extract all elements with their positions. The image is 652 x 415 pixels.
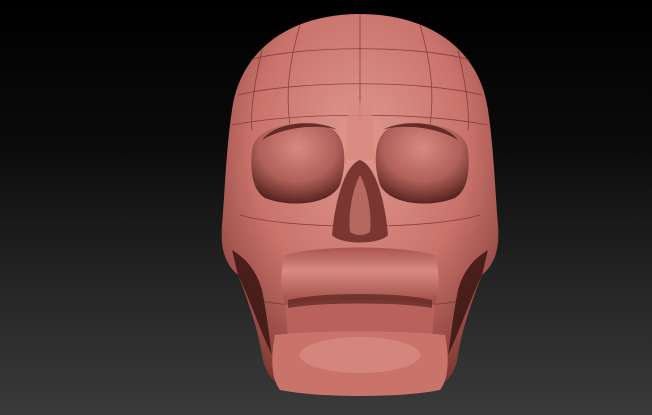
skull-render xyxy=(221,14,499,396)
right-eye-socket xyxy=(375,124,469,204)
left-eye-socket xyxy=(251,124,345,204)
nasal-bridge xyxy=(345,102,375,160)
3d-viewport[interactable] xyxy=(0,0,652,415)
chin-highlight xyxy=(300,337,420,373)
